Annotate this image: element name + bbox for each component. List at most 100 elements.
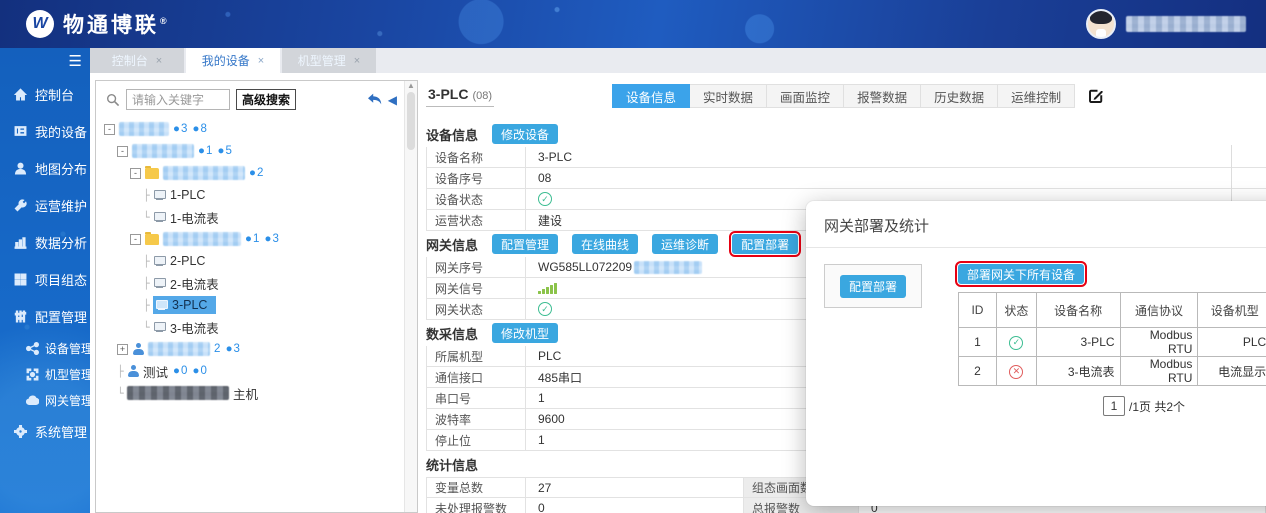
tab-画面监控[interactable]: 画面监控 [767, 84, 844, 108]
button-在线曲线[interactable]: 在线曲线 [572, 234, 638, 254]
tab-设备信息[interactable]: 设备信息 [612, 84, 690, 108]
config-deploy-box: 配置部署 [824, 264, 922, 308]
sidebar-subitem-设备管理[interactable]: 设备管理 [0, 335, 90, 361]
advanced-search-button[interactable]: 高级搜索 [236, 89, 296, 110]
sidebar-item-控制台[interactable]: 控制台 [0, 76, 90, 113]
tree-node-测试[interactable]: ├测试●0 ●0 [104, 360, 413, 382]
sidebar-item-项目组态[interactable]: 项目组态 [0, 261, 90, 298]
user-area[interactable] [1086, 9, 1246, 39]
button-修改设备[interactable]: 修改设备 [492, 124, 558, 144]
tree-node-label: 主机 [233, 384, 258, 403]
tree-expander-icon[interactable]: - [130, 234, 141, 245]
window-tabstrip: 控制台×我的设备×机型管理× [90, 48, 1266, 73]
page-number-box[interactable]: 1 [1103, 396, 1125, 416]
button-配置管理[interactable]: 配置管理 [492, 234, 558, 254]
close-tab-icon[interactable]: × [354, 55, 360, 67]
redacted-serial-suffix [634, 261, 702, 274]
sidebar-item-运营维护[interactable]: 运营维护‹ [0, 187, 90, 224]
user-avatar[interactable] [1086, 9, 1116, 39]
redacted-node-name [119, 122, 169, 136]
tree-node-主机[interactable]: └主机 [104, 382, 413, 404]
check-circle-icon: ✓ [538, 302, 552, 316]
sidebar-subitem-网关管理[interactable]: 网关管理 [0, 387, 90, 413]
info-label: 设备状态 [426, 189, 526, 209]
device-icon [153, 277, 166, 289]
section-title: 设备信息 [426, 125, 478, 144]
sidebar-item-数据分析[interactable]: 数据分析‹ [0, 224, 90, 261]
button-修改机型[interactable]: 修改机型 [492, 323, 558, 343]
tree-connector: ├ [143, 189, 153, 202]
tab-实时数据[interactable]: 实时数据 [690, 84, 767, 108]
sidebar-item-系统管理[interactable]: 系统管理‹ [0, 413, 90, 450]
button-运维诊断[interactable]: 运维诊断 [652, 234, 718, 254]
device-icon [155, 299, 168, 311]
brand: W 物通博联® [26, 9, 170, 39]
info-label: 停止位 [426, 430, 526, 450]
tree-connector: └ [143, 211, 153, 224]
tree-connector: ├ [143, 277, 153, 290]
tree-expander-icon[interactable]: - [130, 168, 141, 179]
close-tab-icon[interactable]: × [258, 55, 264, 67]
tree-expander-icon[interactable]: - [104, 124, 115, 135]
sidebar-subitem-机型管理[interactable]: 机型管理 [0, 361, 90, 387]
tree-node[interactable]: -●2 [104, 162, 413, 184]
tree-search-bar: 高级搜索 ◀ [96, 81, 417, 116]
sidebar-item-label: 我的设备 [35, 122, 87, 141]
tree-node[interactable]: -●3 ●8 [104, 118, 413, 140]
tree-node-1-电流表[interactable]: └1-电流表 [104, 206, 413, 228]
tab-运维控制[interactable]: 运维控制 [998, 84, 1075, 108]
close-tab-icon[interactable]: × [156, 55, 162, 67]
sidebar-item-地图分布[interactable]: 地图分布‹ [0, 150, 90, 187]
info-label: 网关信号 [426, 278, 526, 298]
cell-status: ✓ [996, 328, 1036, 357]
redacted-node-name [148, 342, 210, 356]
info-label: 波特率 [426, 409, 526, 429]
cell-model: PLC [1198, 328, 1266, 357]
sidebar-item-我的设备[interactable]: 我的设备 [0, 113, 90, 150]
tree-node-2-电流表[interactable]: ├2-电流表 [104, 272, 413, 294]
tree-node-2-PLC[interactable]: ├2-PLC [104, 250, 413, 272]
tree-node-3-PLC[interactable]: ├3-PLC [104, 294, 413, 316]
tree-node-3-电流表[interactable]: └3-电流表 [104, 316, 413, 338]
button-配置部署[interactable]: 配置部署 [732, 234, 798, 254]
info-value-text: WG585LL072209 [538, 260, 632, 274]
window-tab-我的设备[interactable]: 我的设备 × [186, 48, 280, 73]
undo-arrow-icon[interactable] [367, 93, 383, 106]
node-count-badges: ●1 ●3 [245, 233, 280, 245]
tree-node[interactable]: -●1 ●5 [104, 140, 413, 162]
tab-报警数据[interactable]: 报警数据 [844, 84, 921, 108]
window-tab-控制台[interactable]: 控制台× [90, 48, 184, 73]
collapse-panel-icon[interactable]: ◀ [388, 93, 397, 107]
gateway-devices-table: ID状态设备名称通信协议设备机型部署状态1✓3-PLCModbus RTUPLC… [958, 292, 1266, 386]
tree-expander-icon[interactable]: - [117, 146, 128, 157]
tree-node[interactable]: +2 ●3 [104, 338, 413, 360]
info-value: 3-PLC [526, 147, 1266, 167]
selected-node-highlight: 3-PLC [153, 296, 216, 314]
info-label: 串口号 [426, 388, 526, 408]
tree-node[interactable]: - ●1 ●3 [104, 228, 413, 250]
window-tab-label: 我的设备 [202, 52, 250, 69]
check-circle-icon: ✓ [1009, 336, 1023, 350]
window-tab-机型管理[interactable]: 机型管理× [282, 48, 376, 73]
info-label: 设备名称 [426, 147, 526, 167]
info-label: 运营状态 [426, 210, 526, 230]
config-deploy-button[interactable]: 配置部署 [840, 275, 906, 298]
tree-search-input[interactable] [126, 89, 230, 110]
tree-node-1-PLC[interactable]: ├1-PLC [104, 184, 413, 206]
check-circle-icon: ✓ [538, 192, 552, 206]
user-name-redacted [1126, 16, 1246, 32]
node-count-badges: 2 ●3 [214, 343, 241, 355]
deploy-all-devices-button[interactable]: 部署网关下所有设备 [958, 264, 1084, 284]
info-row-设备名称: 设备名称3-PLC [426, 147, 1266, 168]
hamburger-menu-icon[interactable]: ☰ [69, 52, 82, 70]
tab-历史数据[interactable]: 历史数据 [921, 84, 998, 108]
tree-expander-icon[interactable]: + [117, 344, 128, 355]
folder-icon [145, 234, 159, 245]
pagination-text: /1页 共2个 [1129, 398, 1185, 415]
home-icon [13, 88, 27, 102]
sidebar-item-配置管理[interactable]: 配置管理‹ [0, 298, 90, 335]
tree-scrollbar[interactable]: ▲ [404, 81, 417, 512]
edit-square-icon[interactable] [1087, 87, 1105, 105]
device-icon [153, 321, 166, 333]
frame-icon [25, 367, 39, 381]
